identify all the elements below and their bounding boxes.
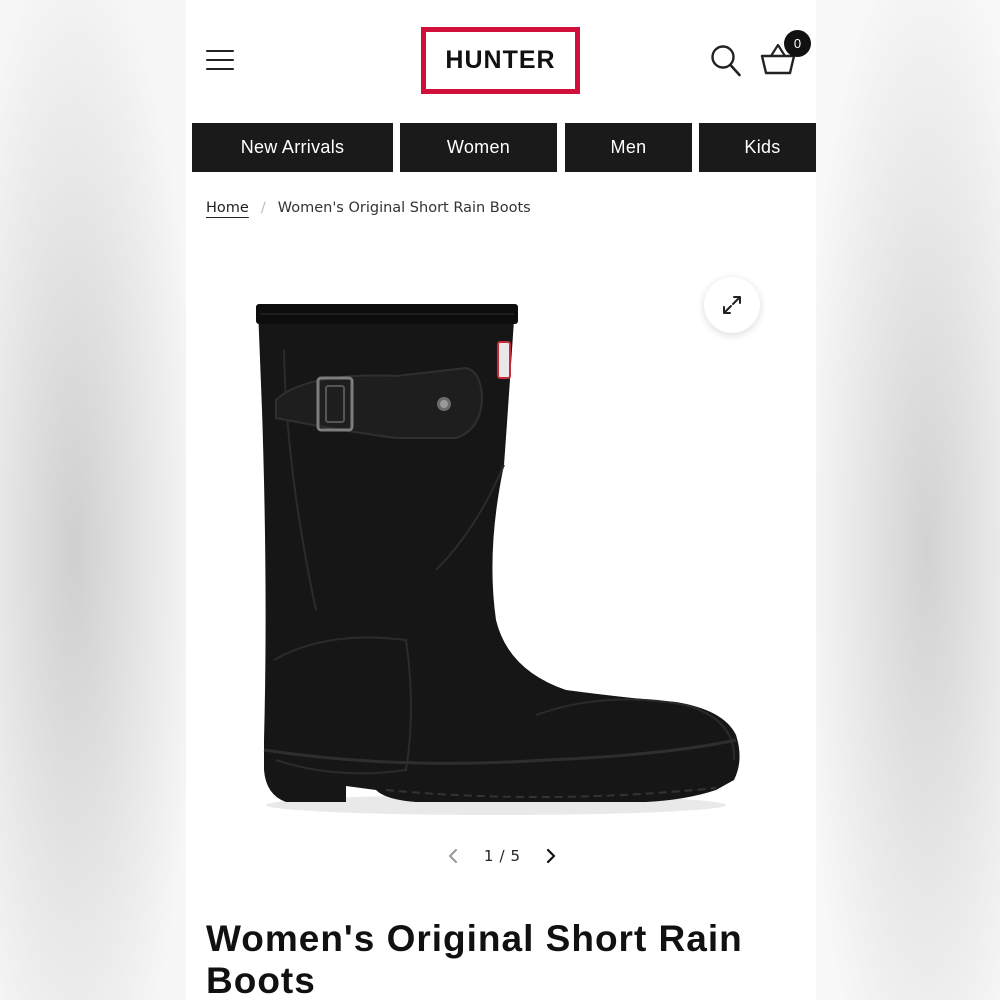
- hamburger-icon[interactable]: [206, 50, 234, 70]
- product-title: Women's Original Short Rain Boots: [206, 918, 743, 1000]
- logo-text: HUNTER: [445, 46, 556, 74]
- brand-logo[interactable]: HUNTER: [421, 27, 580, 94]
- image-counter: 1 / 5: [484, 847, 520, 865]
- previous-image-button[interactable]: [442, 842, 464, 870]
- breadcrumb: Home / Women's Original Short Rain Boots: [206, 200, 531, 216]
- product-page: HUNTER 0 New Arrivals Women Men Kids Hom…: [186, 0, 816, 1000]
- chevron-right-icon: [546, 848, 556, 864]
- nav-kids[interactable]: Kids: [699, 123, 816, 172]
- breadcrumb-home-link[interactable]: Home: [206, 200, 249, 216]
- expand-image-button[interactable]: [704, 277, 760, 333]
- cart-count-badge: 0: [784, 30, 811, 57]
- search-icon[interactable]: [710, 44, 742, 78]
- total-image-count: 5: [510, 847, 521, 865]
- next-image-button[interactable]: [540, 842, 562, 870]
- current-image-number: 1: [483, 847, 494, 865]
- counter-separator: /: [499, 847, 505, 865]
- nav-new-arrivals[interactable]: New Arrivals: [192, 123, 393, 172]
- nav-women[interactable]: Women: [400, 123, 557, 172]
- product-image[interactable]: [246, 290, 756, 830]
- expand-icon: [723, 296, 741, 314]
- breadcrumb-separator: /: [260, 200, 266, 216]
- image-pager: 1 / 5: [442, 842, 562, 870]
- nav-men[interactable]: Men: [565, 123, 692, 172]
- background-blur-right: [816, 0, 1000, 1000]
- background-blur-left: [0, 0, 186, 1000]
- chevron-left-icon: [449, 849, 457, 863]
- breadcrumb-current: Women's Original Short Rain Boots: [277, 200, 531, 216]
